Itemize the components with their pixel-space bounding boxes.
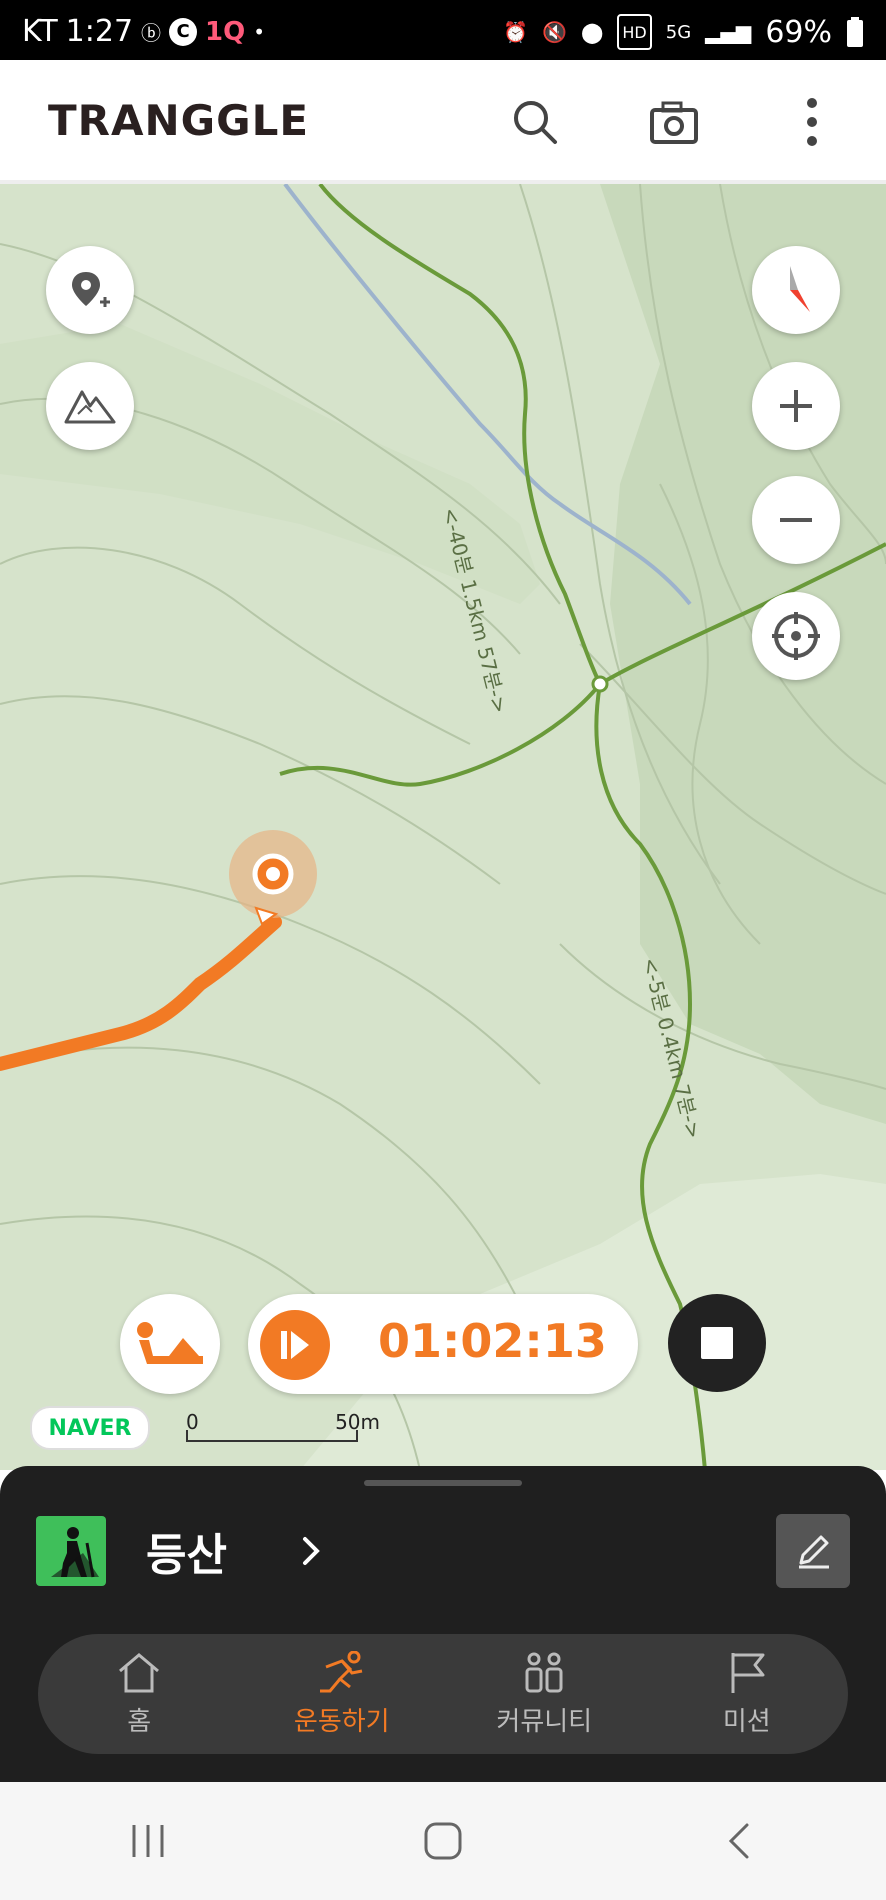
resting-person-icon: [137, 1322, 203, 1364]
home-icon: [119, 1652, 160, 1692]
tab-home-label: 홈: [127, 1706, 152, 1737]
app-logo: TRANGGLE: [48, 96, 310, 145]
tab-exercise-label: 운동하기: [293, 1706, 390, 1737]
home-button[interactable]: [383, 1801, 503, 1881]
recent-apps-icon: [132, 1825, 164, 1857]
activity-selector[interactable]: 등산: [36, 1516, 331, 1586]
recent-apps-button[interactable]: [88, 1801, 208, 1881]
pause-resume-button[interactable]: [260, 1310, 330, 1380]
running-icon: [319, 1650, 363, 1692]
timer-pill: 01:02:13: [248, 1294, 638, 1394]
signal-icon: ▂▄▆: [705, 20, 752, 44]
elapsed-timer: 01:02:13: [378, 1314, 607, 1368]
notification-dot-icon: •: [253, 19, 266, 44]
map-view[interactable]: <-40분 1.5km 57분-> <-5분 0.4km 7분->: [0, 184, 886, 1470]
tab-bar: 홈 운동하기 커뮤니티 미션: [38, 1634, 848, 1754]
community-icon: [525, 1652, 563, 1692]
zoom-in-button[interactable]: [752, 362, 840, 450]
hiking-icon: [36, 1516, 106, 1586]
tab-mission[interactable]: 미션: [646, 1634, 849, 1754]
compass-icon: [790, 266, 810, 312]
1q-app-icon: 1Q: [205, 16, 246, 47]
map-scale: 0 50m: [186, 1410, 380, 1446]
camera-icon: [650, 101, 698, 144]
add-location-icon: [72, 272, 110, 307]
naver-logo: NAVER: [30, 1406, 150, 1450]
system-nav-bar: [0, 1782, 886, 1900]
more-menu-button[interactable]: [780, 90, 844, 154]
tab-home[interactable]: 홈: [38, 1634, 241, 1754]
chevron-right-icon: [301, 1531, 331, 1571]
activity-label: 등산: [146, 1530, 227, 1581]
flag-icon: [731, 1652, 765, 1693]
status-time: 1:27: [65, 14, 134, 49]
carrier-label: KT: [22, 14, 58, 49]
crosshair-icon: [772, 612, 820, 660]
status-left: KT 1:27 ⓑ C 1Q •: [22, 14, 265, 49]
status-bar: KT 1:27 ⓑ C 1Q • ⏰ 🔇 ⬤ HD 5G ▂▄▆ 69%: [0, 0, 886, 60]
scale-bar: [186, 1430, 358, 1442]
stop-icon: [701, 1327, 733, 1359]
camera-button[interactable]: [642, 90, 706, 154]
compass-button[interactable]: [752, 246, 840, 334]
location-icon: ⬤: [581, 20, 604, 44]
zoom-out-button[interactable]: [752, 476, 840, 564]
sheet-handle[interactable]: [364, 1480, 522, 1486]
tab-exercise[interactable]: 운동하기: [241, 1634, 444, 1754]
edit-button[interactable]: [776, 1514, 850, 1588]
map-terrain: [0, 184, 886, 1470]
back-icon: [729, 1823, 749, 1859]
home-circle-icon: [424, 1822, 462, 1860]
my-location-button[interactable]: [752, 592, 840, 680]
hd-icon: HD: [617, 14, 652, 50]
status-right: ⏰ 🔇 ⬤ HD 5G ▂▄▆ 69%: [503, 14, 864, 50]
bottom-sheet: 등산 홈 운동하기 커뮤니티 미션: [0, 1466, 886, 1782]
plus-icon: [780, 390, 812, 422]
tracking-controls: 01:02:13: [0, 1294, 886, 1394]
search-icon: [514, 101, 557, 144]
tab-community-label: 커뮤니티: [496, 1706, 593, 1737]
pause-play-icon: [281, 1331, 309, 1359]
mute-icon: 🔇: [542, 20, 567, 44]
battery-icon: [846, 16, 864, 48]
alarm-icon: ⏰: [503, 20, 529, 44]
add-waypoint-button[interactable]: [46, 246, 134, 334]
mountain-icon: [64, 390, 116, 424]
rest-button[interactable]: [120, 1294, 220, 1394]
tab-community[interactable]: 커뮤니티: [443, 1634, 646, 1754]
more-vert-icon: [807, 98, 817, 146]
pencil-icon: [799, 1535, 829, 1569]
app-bar: TRANGGLE: [0, 60, 886, 184]
back-button[interactable]: [678, 1801, 798, 1881]
b-app-icon: ⓑ: [141, 21, 162, 45]
tab-mission-label: 미션: [722, 1706, 771, 1737]
network-icon: 5G: [665, 21, 692, 43]
stop-button[interactable]: [668, 1294, 766, 1392]
search-button[interactable]: [503, 90, 567, 154]
c-app-icon: C: [169, 16, 198, 48]
minus-icon: [780, 518, 812, 522]
mountain-button[interactable]: [46, 362, 134, 450]
battery-percent: 69%: [765, 14, 832, 50]
